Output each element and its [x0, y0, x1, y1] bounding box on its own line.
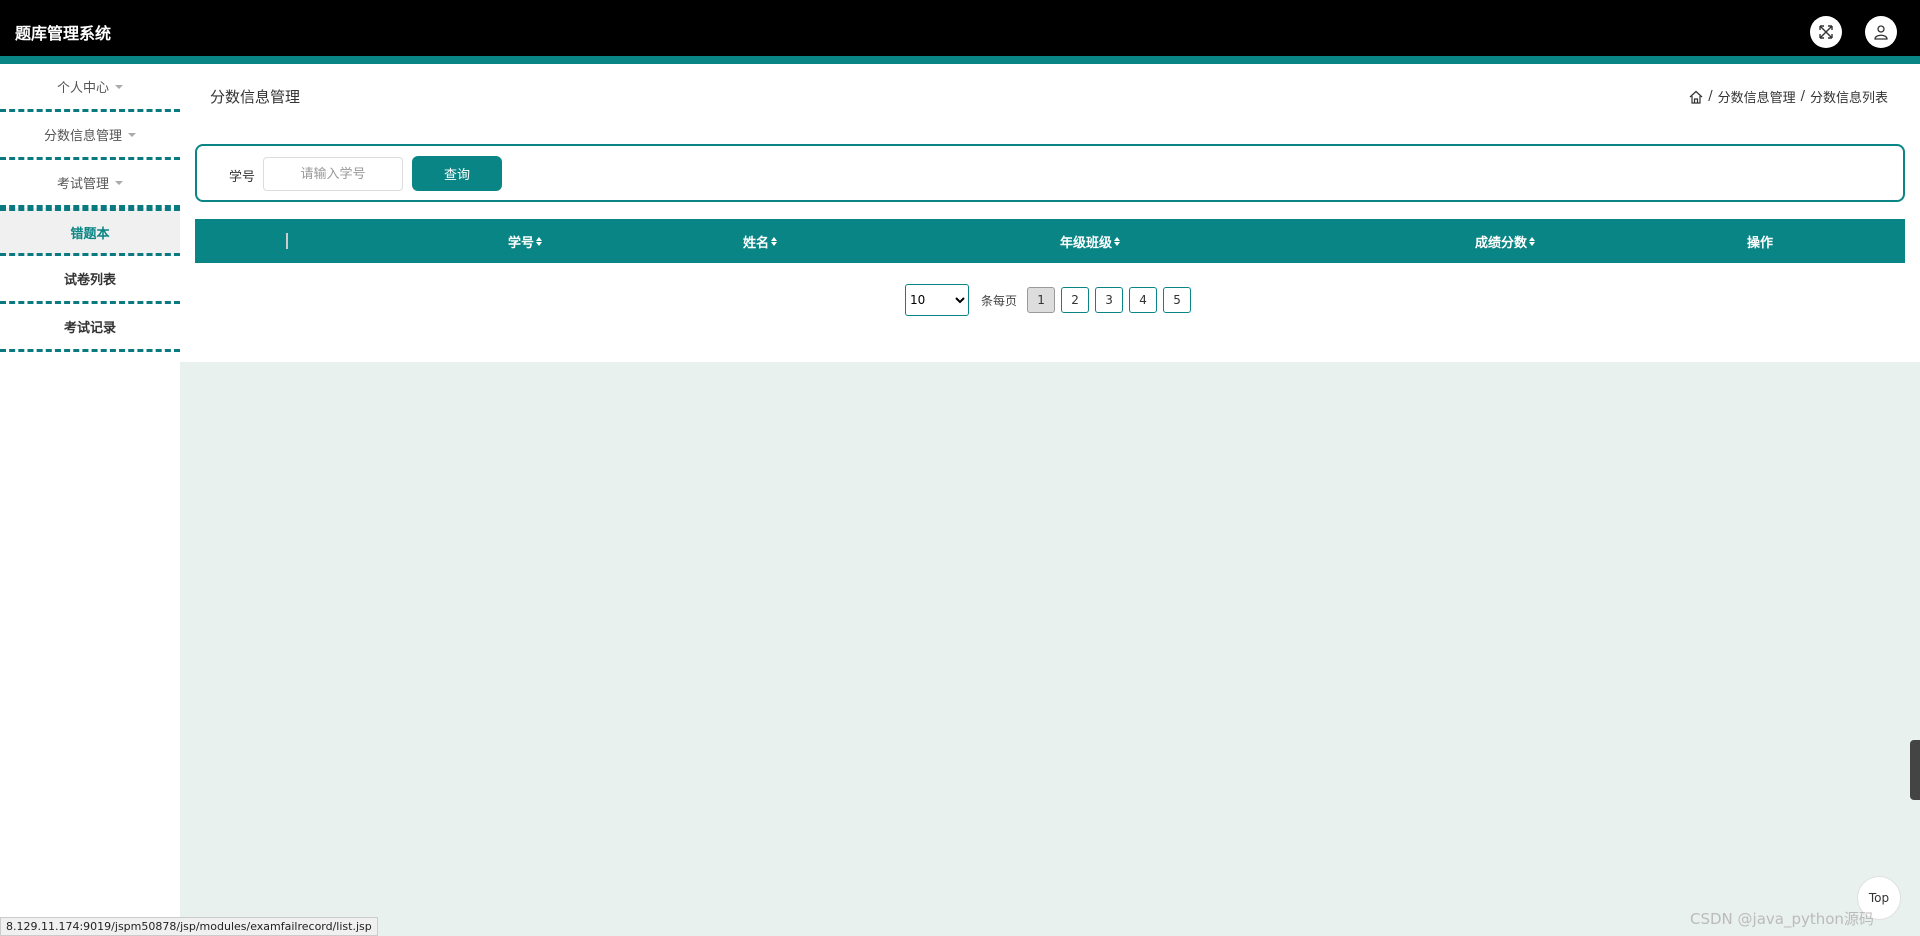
select-all-checkbox[interactable]	[286, 233, 288, 249]
breadcrumb-item-score-list: 分数信息列表	[1809, 91, 1888, 106]
page-title: 分数信息管理	[210, 88, 301, 106]
header-accent-stripe	[0, 56, 1920, 64]
column-label: 年级班级	[1059, 235, 1112, 251]
home-icon[interactable]	[1689, 90, 1703, 104]
breadcrumb-separator: /	[1708, 89, 1713, 104]
sidebar-item-label: 错题本	[70, 226, 110, 242]
sort-icon	[536, 236, 542, 246]
column-score[interactable]: 成绩分数	[1445, 219, 1565, 263]
column-actions: 操作	[1710, 219, 1810, 263]
sidebar-item-label: 试卷列表	[63, 273, 116, 288]
user-button[interactable]	[1865, 16, 1897, 48]
sidebar-item-personal-center[interactable]: 个人中心	[0, 64, 180, 112]
column-label: 学号	[507, 235, 534, 251]
caret-down-icon	[115, 180, 123, 185]
sidebar-item-label: 考试管理	[56, 177, 109, 192]
page-button-5[interactable]: 5	[1163, 287, 1192, 313]
page-size-select[interactable]: 10	[905, 284, 969, 316]
column-label: 操作	[1746, 235, 1773, 251]
fullscreen-button[interactable]	[1810, 16, 1842, 48]
page-button-3[interactable]: 3	[1095, 287, 1124, 313]
column-name[interactable]: 姓名	[710, 219, 810, 263]
watermark: CSDN @java_python源码	[1690, 910, 1874, 928]
column-label: 成绩分数	[1474, 235, 1527, 251]
search-button[interactable]: 查询	[412, 156, 502, 191]
sidebar-item-label: 个人中心	[56, 81, 109, 96]
sidebar-item-exam-management[interactable]: 考试管理	[0, 160, 180, 208]
app-title: 题库管理系统	[15, 24, 112, 43]
per-page-label: 条每页	[981, 293, 1018, 308]
user-icon	[1874, 25, 1888, 40]
status-bar-url: 8.129.11.174:9019/jspm50878/jsp/modules/…	[0, 917, 378, 936]
column-student-id[interactable]: 学号	[475, 219, 575, 263]
caret-down-icon	[128, 132, 136, 137]
breadcrumb-separator: /	[1800, 89, 1805, 104]
sidebar-item-wrong-questions[interactable]: 错题本	[0, 208, 180, 256]
main-panel: 分数信息管理 / 分数信息管理 / 分数信息列表 学号 查询 学号 姓名 年级班…	[180, 64, 1920, 362]
sort-icon	[1114, 236, 1120, 246]
side-drawer-handle[interactable]	[1910, 740, 1920, 800]
caret-down-icon	[115, 84, 123, 89]
sidebar-item-paper-list[interactable]: 试卷列表	[0, 256, 180, 304]
page-button-1[interactable]: 1	[1027, 287, 1056, 313]
student-id-input[interactable]	[263, 157, 403, 191]
breadcrumb: / 分数信息管理 / 分数信息列表	[1689, 87, 1888, 106]
sidebar-item-score-management[interactable]: 分数信息管理	[0, 112, 180, 160]
search-form: 学号 查询	[195, 144, 1905, 202]
column-grade-class[interactable]: 年级班级	[1030, 219, 1150, 263]
breadcrumb-item-score-management[interactable]: 分数信息管理	[1718, 87, 1796, 106]
table-header: 学号 姓名 年级班级 成绩分数 操作	[195, 219, 1905, 263]
sidebar-item-exam-records[interactable]: 考试记录	[0, 304, 180, 352]
student-id-label: 学号	[229, 170, 256, 185]
fullscreen-icon	[1819, 25, 1833, 39]
sidebar: 个人中心 分数信息管理 考试管理 错题本 试卷列表 考试记录	[0, 64, 180, 936]
column-label: 姓名	[742, 235, 769, 251]
sort-icon	[1529, 236, 1535, 246]
page-button-4[interactable]: 4	[1129, 287, 1158, 313]
pagination: 10 条每页 1 2 3 4 5	[905, 284, 1192, 316]
sort-icon	[771, 236, 777, 246]
top-bar: 题库管理系统	[0, 0, 1920, 56]
page-button-2[interactable]: 2	[1061, 287, 1090, 313]
sidebar-item-label: 分数信息管理	[43, 129, 122, 144]
sidebar-item-label: 考试记录	[63, 321, 116, 336]
